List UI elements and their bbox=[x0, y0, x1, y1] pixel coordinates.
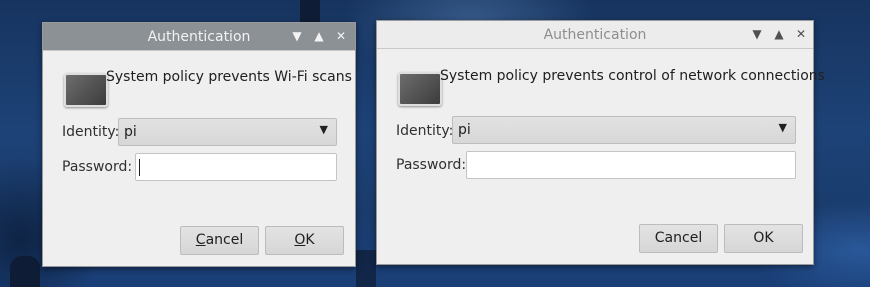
cancel-mnemonic: C bbox=[195, 232, 206, 248]
chevron-down-icon[interactable]: ▼ bbox=[749, 26, 765, 42]
ok-label: K bbox=[305, 232, 315, 248]
cancel-button[interactable]: Cancel bbox=[639, 224, 718, 253]
policy-message: System policy prevents Wi-Fi scans bbox=[106, 69, 352, 85]
password-label: Password: bbox=[62, 159, 133, 175]
chevron-up-icon[interactable]: ▲ bbox=[771, 26, 787, 42]
chevron-down-icon[interactable]: ▼ bbox=[289, 28, 305, 44]
chevron-down-icon: ▼ bbox=[778, 121, 787, 134]
close-icon[interactable]: ✕ bbox=[333, 28, 349, 44]
auth-dialog-wifi: Authentication ▼ ▲ ✕ System policy preve… bbox=[42, 22, 356, 267]
ok-mnemonic: O bbox=[294, 232, 306, 248]
identity-label: Identity: bbox=[396, 123, 454, 139]
identity-select[interactable]: pi ▼ bbox=[118, 118, 337, 146]
ok-button[interactable]: OK bbox=[724, 224, 803, 253]
titlebar[interactable]: Authentication ▼ ▲ ✕ bbox=[43, 23, 355, 51]
background-figure bbox=[356, 250, 376, 287]
cancel-label: ancel bbox=[205, 232, 244, 248]
cancel-button[interactable]: Cancel bbox=[180, 226, 259, 255]
policy-message: System policy prevents control of networ… bbox=[440, 68, 825, 84]
identity-value: pi bbox=[458, 122, 471, 138]
identity-select[interactable]: pi ▼ bbox=[452, 116, 796, 144]
password-field[interactable] bbox=[466, 151, 796, 179]
password-label: Password: bbox=[396, 157, 467, 173]
background-figure bbox=[10, 256, 40, 287]
identity-value: pi bbox=[124, 124, 137, 140]
chevron-up-icon[interactable]: ▲ bbox=[311, 28, 327, 44]
window-title: Authentication bbox=[147, 29, 251, 45]
auth-dialog-network: Authentication ▼ ▲ ✕ System policy preve… bbox=[376, 20, 825, 265]
background-figure bbox=[300, 0, 320, 24]
identity-label: Identity: bbox=[62, 124, 120, 140]
drive-icon bbox=[398, 72, 442, 106]
close-icon[interactable]: ✕ bbox=[793, 26, 809, 42]
password-field[interactable] bbox=[135, 153, 337, 181]
window-title: Authentication bbox=[543, 27, 647, 43]
ok-button[interactable]: OK bbox=[265, 226, 344, 255]
drive-icon bbox=[64, 73, 108, 107]
text-caret bbox=[139, 159, 140, 176]
titlebar[interactable]: Authentication ▼ ▲ ✕ bbox=[377, 21, 813, 49]
chevron-down-icon: ▼ bbox=[319, 123, 328, 136]
